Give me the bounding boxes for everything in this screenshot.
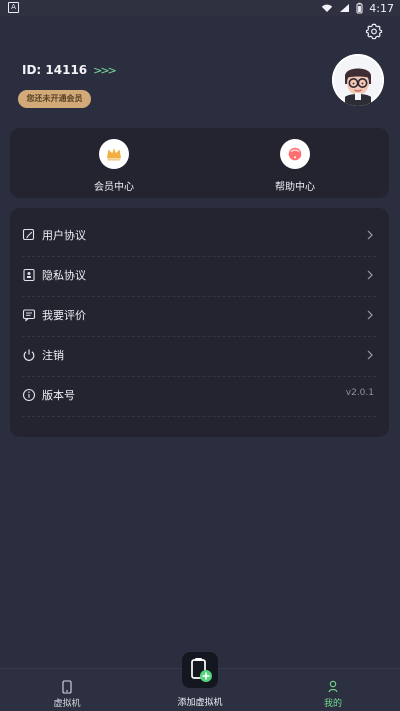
info-icon — [22, 388, 36, 402]
nav-label-mine: 我的 — [323, 699, 342, 709]
status-time: 4:17 — [369, 1, 394, 15]
member-center-item[interactable]: 会员中心 — [59, 139, 169, 194]
id-arrows-icon: >>> — [93, 63, 117, 77]
add-vm-icon — [191, 658, 212, 682]
menu-item-label: 隐私协议 — [42, 269, 86, 282]
crown-icon — [107, 148, 121, 161]
privacy-document-icon — [23, 268, 35, 282]
menu-item-label: 用户协议 — [42, 229, 86, 242]
nav-item-mine[interactable]: 我的 — [283, 669, 383, 711]
chevron-right-icon — [367, 350, 373, 360]
status-bar: A 4:17 — [0, 0, 400, 16]
avatar[interactable] — [332, 54, 384, 106]
member-center-label: 会员中心 — [94, 182, 134, 193]
menu-item-label: 我要评价 — [42, 309, 86, 322]
menu-item-privacy-agreement[interactable]: 隐私协议 — [22, 256, 376, 297]
wifi-icon — [322, 4, 333, 12]
menu-item-label: 版本号 — [42, 389, 75, 402]
status-app-icon: A — [8, 2, 19, 13]
status-right-group: 4:17 — [321, 0, 394, 16]
chevron-right-icon — [367, 270, 373, 280]
chevron-right-icon — [367, 230, 373, 240]
phone-icon — [62, 680, 72, 694]
signal-icon — [340, 4, 350, 12]
edit-document-icon — [22, 228, 35, 241]
menu-item-logout[interactable]: 注销 — [22, 336, 376, 377]
add-vm-label: 添加虚拟机 — [177, 698, 223, 708]
profile-id-row: ID: 14116 >>> — [22, 63, 117, 77]
help-icon — [288, 147, 302, 161]
menu-item-user-agreement[interactable]: 用户协议 — [22, 216, 376, 257]
nav-label-vm: 虚拟机 — [53, 699, 81, 709]
menu-item-version: 版本号 v2.0.1 — [22, 376, 376, 417]
chevron-right-icon — [367, 310, 373, 320]
nav-item-vm[interactable]: 虚拟机 — [17, 669, 117, 711]
settings-button[interactable] — [365, 22, 383, 40]
comment-icon — [22, 309, 36, 322]
menu-item-label: 注销 — [42, 349, 64, 362]
version-value: v2.0.1 — [345, 388, 374, 398]
user-id-text: ID: 14116 — [22, 63, 88, 77]
menu-item-rate-app[interactable]: 我要评价 — [22, 296, 376, 337]
add-vm-button[interactable] — [182, 652, 218, 688]
help-center-label: 帮助中心 — [275, 182, 315, 193]
member-center-icon-wrap — [99, 139, 129, 169]
power-icon — [23, 349, 35, 361]
quick-actions-card: 会员中心 帮助中心 — [10, 128, 389, 198]
membership-status-badge[interactable]: 您还未开通会员 — [18, 90, 91, 108]
help-center-item[interactable]: 帮助中心 — [240, 139, 350, 194]
help-center-icon-wrap — [280, 139, 310, 169]
gear-icon — [365, 23, 383, 40]
settings-menu-card: 用户协议 隐私协议 我要评价 注销 版本号 v2.0.1 — [10, 208, 389, 437]
battery-icon — [356, 2, 363, 14]
user-icon — [328, 680, 338, 693]
avatar-illustration-icon — [332, 54, 384, 106]
